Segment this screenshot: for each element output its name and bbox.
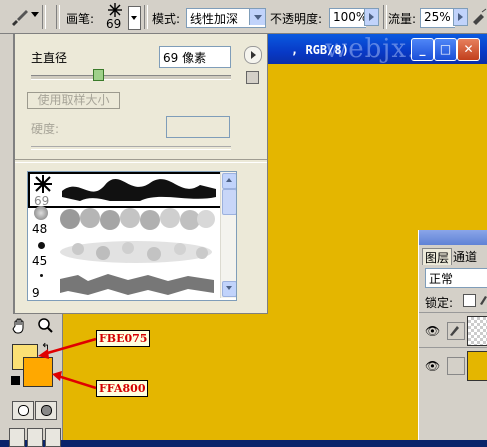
lock-paint-icon[interactable] bbox=[479, 294, 487, 305]
layer-thumbnail bbox=[467, 316, 487, 346]
tab-layers[interactable]: 图层 bbox=[422, 248, 453, 265]
layers-panel-title-bar[interactable] bbox=[419, 230, 487, 245]
layer-thumbnail bbox=[467, 351, 487, 381]
eye-icon[interactable]: 👁 bbox=[425, 324, 440, 338]
layer-row[interactable]: 👁 bbox=[419, 347, 487, 382]
blend-mode-select[interactable]: 正常 bbox=[425, 268, 487, 288]
foreground-hex-callout: FBE075 bbox=[96, 330, 151, 347]
brush-link-icon[interactable] bbox=[447, 322, 465, 340]
layers-panel: 图层 通道 正常 锁定: 👁 👁 bbox=[418, 230, 487, 440]
eye-icon[interactable]: 👁 bbox=[425, 359, 440, 373]
lock-transparency-icon[interactable] bbox=[463, 294, 476, 307]
annotation-arrows bbox=[38, 337, 97, 390]
layer-row[interactable]: 👁 bbox=[419, 312, 487, 347]
blend-mode-value: 正常 bbox=[429, 272, 454, 286]
background-hex-callout: FFA800 bbox=[96, 380, 149, 397]
link-box[interactable] bbox=[447, 357, 465, 375]
tab-channels[interactable]: 通道 bbox=[451, 248, 479, 264]
lock-label: 锁定: bbox=[425, 296, 454, 310]
